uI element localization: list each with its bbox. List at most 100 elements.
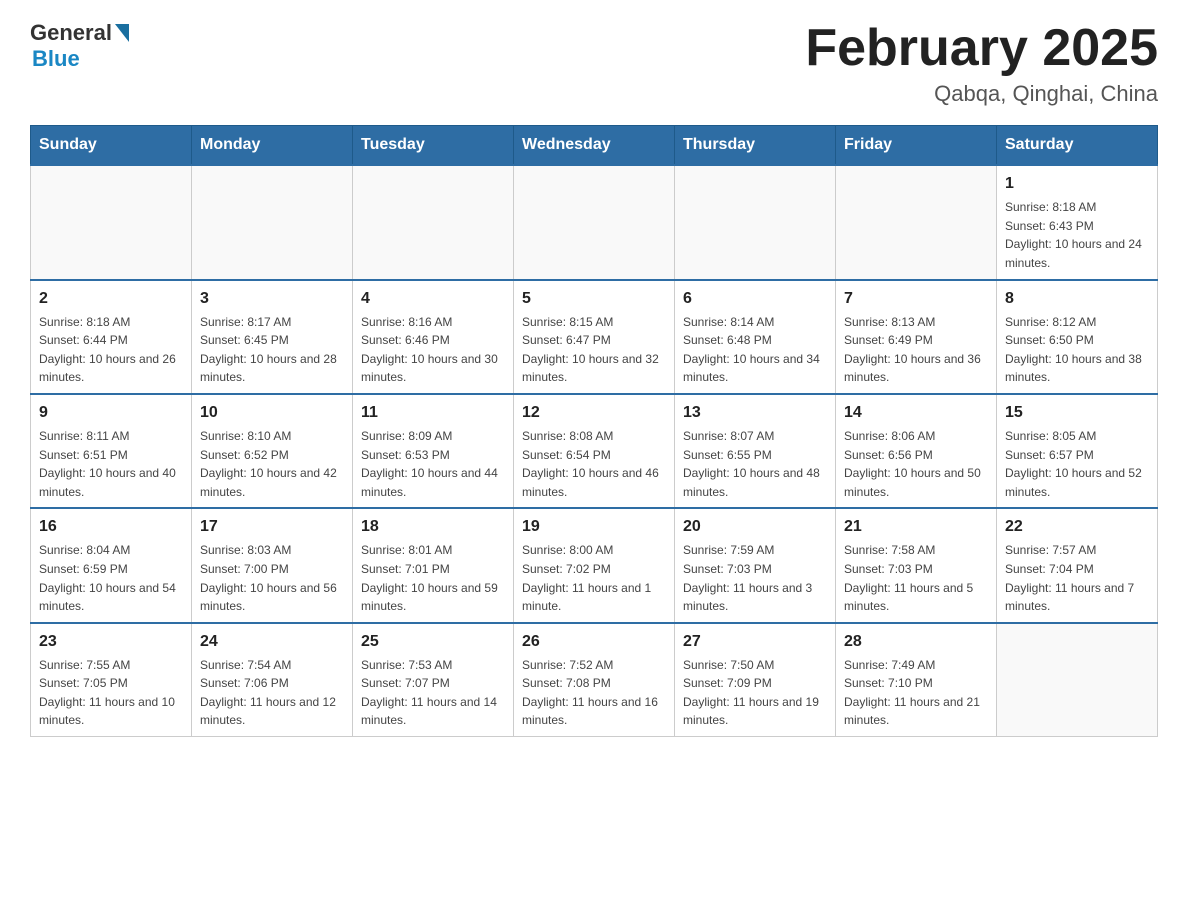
calendar-cell: 26Sunrise: 7:52 AM Sunset: 7:08 PM Dayli… xyxy=(514,623,675,737)
calendar-cell: 15Sunrise: 8:05 AM Sunset: 6:57 PM Dayli… xyxy=(997,394,1158,508)
calendar-cell: 5Sunrise: 8:15 AM Sunset: 6:47 PM Daylig… xyxy=(514,280,675,394)
logo: General Blue xyxy=(30,20,129,72)
day-of-week-tuesday: Tuesday xyxy=(353,126,514,166)
day-info: Sunrise: 8:15 AM Sunset: 6:47 PM Dayligh… xyxy=(522,313,666,387)
day-number: 28 xyxy=(844,630,988,654)
day-number: 27 xyxy=(683,630,827,654)
day-number: 3 xyxy=(200,287,344,311)
week-row-1: 1Sunrise: 8:18 AM Sunset: 6:43 PM Daylig… xyxy=(31,165,1158,279)
day-number: 5 xyxy=(522,287,666,311)
calendar-cell: 25Sunrise: 7:53 AM Sunset: 7:07 PM Dayli… xyxy=(353,623,514,737)
logo-arrow-icon xyxy=(115,24,129,42)
title-block: February 2025 Qabqa, Qinghai, China xyxy=(805,20,1158,107)
day-info: Sunrise: 8:18 AM Sunset: 6:43 PM Dayligh… xyxy=(1005,198,1149,272)
day-info: Sunrise: 8:08 AM Sunset: 6:54 PM Dayligh… xyxy=(522,427,666,501)
calendar-cell xyxy=(31,165,192,279)
day-info: Sunrise: 8:11 AM Sunset: 6:51 PM Dayligh… xyxy=(39,427,183,501)
day-number: 24 xyxy=(200,630,344,654)
day-number: 4 xyxy=(361,287,505,311)
day-of-week-saturday: Saturday xyxy=(997,126,1158,166)
day-number: 18 xyxy=(361,515,505,539)
calendar-cell: 4Sunrise: 8:16 AM Sunset: 6:46 PM Daylig… xyxy=(353,280,514,394)
day-number: 16 xyxy=(39,515,183,539)
calendar-cell: 10Sunrise: 8:10 AM Sunset: 6:52 PM Dayli… xyxy=(192,394,353,508)
calendar-cell xyxy=(353,165,514,279)
day-info: Sunrise: 8:10 AM Sunset: 6:52 PM Dayligh… xyxy=(200,427,344,501)
day-number: 15 xyxy=(1005,401,1149,425)
day-number: 14 xyxy=(844,401,988,425)
day-number: 6 xyxy=(683,287,827,311)
day-number: 17 xyxy=(200,515,344,539)
calendar-cell xyxy=(836,165,997,279)
calendar-cell: 23Sunrise: 7:55 AM Sunset: 7:05 PM Dayli… xyxy=(31,623,192,737)
calendar-cell: 6Sunrise: 8:14 AM Sunset: 6:48 PM Daylig… xyxy=(675,280,836,394)
calendar-cell: 18Sunrise: 8:01 AM Sunset: 7:01 PM Dayli… xyxy=(353,508,514,622)
calendar-cell: 19Sunrise: 8:00 AM Sunset: 7:02 PM Dayli… xyxy=(514,508,675,622)
logo-general-text: General xyxy=(30,20,112,46)
day-info: Sunrise: 7:57 AM Sunset: 7:04 PM Dayligh… xyxy=(1005,541,1149,615)
day-info: Sunrise: 8:14 AM Sunset: 6:48 PM Dayligh… xyxy=(683,313,827,387)
day-number: 23 xyxy=(39,630,183,654)
day-info: Sunrise: 8:17 AM Sunset: 6:45 PM Dayligh… xyxy=(200,313,344,387)
day-number: 20 xyxy=(683,515,827,539)
day-info: Sunrise: 7:53 AM Sunset: 7:07 PM Dayligh… xyxy=(361,656,505,730)
day-info: Sunrise: 7:49 AM Sunset: 7:10 PM Dayligh… xyxy=(844,656,988,730)
day-info: Sunrise: 8:18 AM Sunset: 6:44 PM Dayligh… xyxy=(39,313,183,387)
day-info: Sunrise: 7:58 AM Sunset: 7:03 PM Dayligh… xyxy=(844,541,988,615)
day-number: 12 xyxy=(522,401,666,425)
day-of-week-sunday: Sunday xyxy=(31,126,192,166)
calendar-cell: 8Sunrise: 8:12 AM Sunset: 6:50 PM Daylig… xyxy=(997,280,1158,394)
day-info: Sunrise: 8:12 AM Sunset: 6:50 PM Dayligh… xyxy=(1005,313,1149,387)
day-info: Sunrise: 8:16 AM Sunset: 6:46 PM Dayligh… xyxy=(361,313,505,387)
calendar-cell: 12Sunrise: 8:08 AM Sunset: 6:54 PM Dayli… xyxy=(514,394,675,508)
day-info: Sunrise: 8:07 AM Sunset: 6:55 PM Dayligh… xyxy=(683,427,827,501)
calendar-cell: 27Sunrise: 7:50 AM Sunset: 7:09 PM Dayli… xyxy=(675,623,836,737)
day-number: 25 xyxy=(361,630,505,654)
calendar-cell xyxy=(997,623,1158,737)
calendar-cell: 3Sunrise: 8:17 AM Sunset: 6:45 PM Daylig… xyxy=(192,280,353,394)
day-of-week-monday: Monday xyxy=(192,126,353,166)
day-number: 7 xyxy=(844,287,988,311)
day-info: Sunrise: 8:13 AM Sunset: 6:49 PM Dayligh… xyxy=(844,313,988,387)
logo-blue-text: Blue xyxy=(32,46,80,72)
days-of-week-row: SundayMondayTuesdayWednesdayThursdayFrid… xyxy=(31,126,1158,166)
day-of-week-thursday: Thursday xyxy=(675,126,836,166)
calendar-body: 1Sunrise: 8:18 AM Sunset: 6:43 PM Daylig… xyxy=(31,165,1158,736)
day-info: Sunrise: 7:54 AM Sunset: 7:06 PM Dayligh… xyxy=(200,656,344,730)
day-info: Sunrise: 8:05 AM Sunset: 6:57 PM Dayligh… xyxy=(1005,427,1149,501)
day-info: Sunrise: 7:59 AM Sunset: 7:03 PM Dayligh… xyxy=(683,541,827,615)
week-row-4: 16Sunrise: 8:04 AM Sunset: 6:59 PM Dayli… xyxy=(31,508,1158,622)
calendar-cell: 11Sunrise: 8:09 AM Sunset: 6:53 PM Dayli… xyxy=(353,394,514,508)
day-number: 1 xyxy=(1005,172,1149,196)
day-info: Sunrise: 8:01 AM Sunset: 7:01 PM Dayligh… xyxy=(361,541,505,615)
page-header: General Blue February 2025 Qabqa, Qingha… xyxy=(30,20,1158,107)
calendar-cell xyxy=(192,165,353,279)
calendar-cell: 2Sunrise: 8:18 AM Sunset: 6:44 PM Daylig… xyxy=(31,280,192,394)
calendar-cell: 20Sunrise: 7:59 AM Sunset: 7:03 PM Dayli… xyxy=(675,508,836,622)
day-info: Sunrise: 7:52 AM Sunset: 7:08 PM Dayligh… xyxy=(522,656,666,730)
calendar-cell: 28Sunrise: 7:49 AM Sunset: 7:10 PM Dayli… xyxy=(836,623,997,737)
day-number: 9 xyxy=(39,401,183,425)
week-row-2: 2Sunrise: 8:18 AM Sunset: 6:44 PM Daylig… xyxy=(31,280,1158,394)
calendar-cell: 21Sunrise: 7:58 AM Sunset: 7:03 PM Dayli… xyxy=(836,508,997,622)
calendar-cell: 14Sunrise: 8:06 AM Sunset: 6:56 PM Dayli… xyxy=(836,394,997,508)
day-number: 10 xyxy=(200,401,344,425)
day-number: 26 xyxy=(522,630,666,654)
week-row-3: 9Sunrise: 8:11 AM Sunset: 6:51 PM Daylig… xyxy=(31,394,1158,508)
calendar-cell: 17Sunrise: 8:03 AM Sunset: 7:00 PM Dayli… xyxy=(192,508,353,622)
day-number: 22 xyxy=(1005,515,1149,539)
calendar-cell: 7Sunrise: 8:13 AM Sunset: 6:49 PM Daylig… xyxy=(836,280,997,394)
day-of-week-wednesday: Wednesday xyxy=(514,126,675,166)
day-number: 8 xyxy=(1005,287,1149,311)
calendar-cell: 24Sunrise: 7:54 AM Sunset: 7:06 PM Dayli… xyxy=(192,623,353,737)
week-row-5: 23Sunrise: 7:55 AM Sunset: 7:05 PM Dayli… xyxy=(31,623,1158,737)
day-info: Sunrise: 8:06 AM Sunset: 6:56 PM Dayligh… xyxy=(844,427,988,501)
day-info: Sunrise: 8:00 AM Sunset: 7:02 PM Dayligh… xyxy=(522,541,666,615)
calendar-cell: 1Sunrise: 8:18 AM Sunset: 6:43 PM Daylig… xyxy=(997,165,1158,279)
calendar-title: February 2025 xyxy=(805,20,1158,77)
calendar-cell xyxy=(514,165,675,279)
calendar-cell xyxy=(675,165,836,279)
day-of-week-friday: Friday xyxy=(836,126,997,166)
day-info: Sunrise: 8:04 AM Sunset: 6:59 PM Dayligh… xyxy=(39,541,183,615)
calendar-table: SundayMondayTuesdayWednesdayThursdayFrid… xyxy=(30,125,1158,737)
